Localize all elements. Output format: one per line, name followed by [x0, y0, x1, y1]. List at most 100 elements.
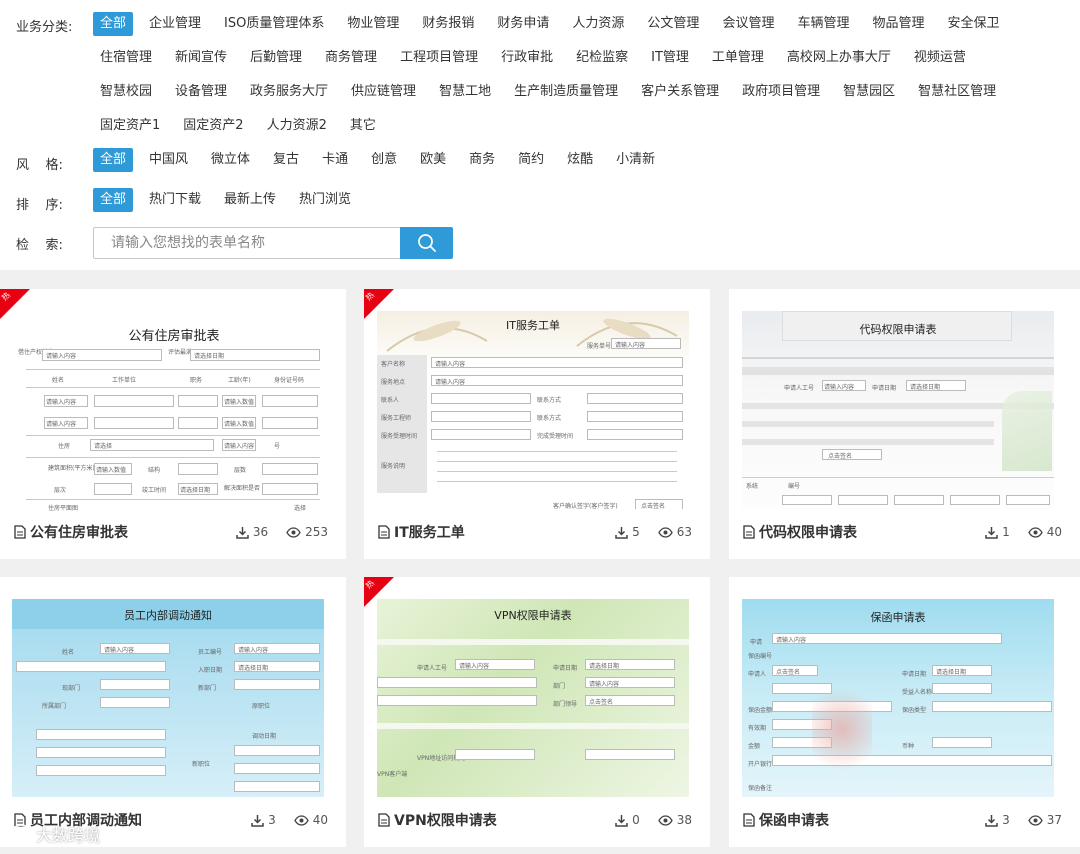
thumb-label: 调动日期: [252, 733, 277, 740]
category-option[interactable]: 智慧园区: [836, 80, 902, 104]
category-option[interactable]: 高校网上办事大厅: [780, 46, 898, 70]
category-option[interactable]: 住宿管理: [93, 46, 159, 70]
category-option[interactable]: 企业管理: [142, 12, 208, 36]
search-input[interactable]: [93, 227, 401, 259]
category-option[interactable]: 生产制造质量管理: [507, 80, 625, 104]
category-option[interactable]: ISO质量管理体系: [217, 12, 331, 36]
category-option[interactable]: 新闻宣传: [168, 46, 234, 70]
document-icon: [743, 813, 755, 827]
template-card[interactable]: IT服务工单 服务单号 请输入内容 客户名称 请输入内容 服务地点 请输入内容 …: [364, 289, 710, 559]
category-label: 业务分类:: [16, 20, 73, 35]
thumb-label: 部门: [553, 683, 566, 690]
template-thumbnail[interactable]: 代码权限申请表 申请人工号 请输入内容 申请日期 请选择日期 点击签名 系统 编…: [742, 311, 1054, 509]
thumb-label: 点击签名: [828, 453, 853, 460]
thumb-label: 金额: [748, 743, 761, 750]
category-option[interactable]: 政府项目管理: [735, 80, 827, 104]
category-option[interactable]: 视频运营: [907, 46, 973, 70]
thumb-label: 客户名称: [381, 361, 406, 368]
card-title[interactable]: 代码权限申请表: [759, 522, 857, 542]
style-option[interactable]: 复古: [266, 148, 306, 172]
view-count-value: 40: [312, 813, 328, 827]
template-thumbnail[interactable]: 公有住房审批表 借住产权单位 请输入内容 评估最满日 请选择日期 姓名 工作单位…: [18, 313, 330, 511]
template-card[interactable]: VPN权限申请表 申请人工号 请输入内容 申请日期 请选择日期 部门 请输入内容…: [364, 577, 710, 847]
category-option[interactable]: 商务管理: [318, 46, 384, 70]
category-option[interactable]: 智慧社区管理: [911, 80, 1003, 104]
template-thumbnail[interactable]: 员工内部调动通知 姓名 请输入内容 员工编号 请输入内容 入职日期 请选择日期 …: [12, 599, 324, 797]
category-option[interactable]: 客户关系管理: [634, 80, 726, 104]
sort-option[interactable]: 最新上传: [217, 188, 283, 212]
style-option[interactable]: 全部: [93, 148, 134, 172]
style-option[interactable]: 商务: [462, 148, 502, 172]
template-card[interactable]: 公有住房审批表 借住产权单位 请输入内容 评估最满日 请选择日期 姓名 工作单位…: [0, 289, 346, 559]
category-option[interactable]: 纪检监察: [569, 46, 635, 70]
category-option[interactable]: 会议管理: [715, 12, 781, 36]
category-option[interactable]: 行政审批: [494, 46, 560, 70]
category-option[interactable]: 车辆管理: [790, 12, 856, 36]
thumb-label: 申请日期: [872, 385, 897, 392]
search-label: 检 索:: [16, 238, 63, 253]
download-count: 5: [615, 525, 640, 539]
watermark-logo-icon: [11, 824, 31, 844]
thumb-label: 请选择日期: [180, 487, 211, 494]
category-option[interactable]: 固定资产2: [176, 114, 250, 138]
search-button[interactable]: [400, 227, 453, 259]
card-title[interactable]: VPN权限申请表: [394, 810, 497, 830]
category-row-2: 住宿管理 新闻宣传 后勤管理 商务管理 工程项目管理 行政审批 纪检监察 IT管…: [93, 46, 982, 70]
thumb-label: 联系方式: [537, 415, 562, 422]
category-option[interactable]: 工程项目管理: [393, 46, 485, 70]
sort-option[interactable]: 全部: [93, 188, 134, 212]
eye-icon: [1027, 526, 1043, 538]
category-option[interactable]: 人力资源2: [260, 114, 334, 138]
card-title[interactable]: IT服务工单: [394, 522, 465, 542]
category-option[interactable]: 后勤管理: [243, 46, 309, 70]
template-thumbnail[interactable]: 保函申请表 申请 请输入内容 保函编号 申请人 点击签名 申请日期 请选择日期 …: [742, 599, 1054, 797]
template-card[interactable]: 员工内部调动通知 姓名 请输入内容 员工编号 请输入内容 入职日期 请选择日期 …: [0, 577, 346, 847]
category-option[interactable]: 财务报销: [415, 12, 481, 36]
template-thumbnail[interactable]: VPN权限申请表 申请人工号 请输入内容 申请日期 请选择日期 部门 请输入内容…: [377, 599, 689, 797]
category-option[interactable]: 人力资源: [565, 12, 631, 36]
thumb-label: 请选择日期: [194, 353, 225, 360]
category-option[interactable]: 安全保卫: [940, 12, 1006, 36]
thumb-label: 新部门: [198, 685, 217, 692]
category-option[interactable]: 固定资产1: [93, 114, 167, 138]
thumb-label: 新职位: [192, 761, 211, 768]
style-option[interactable]: 炫酷: [560, 148, 600, 172]
category-option[interactable]: 财务申请: [490, 12, 556, 36]
thumb-label: 服务说明: [381, 463, 406, 470]
sort-option[interactable]: 热门下载: [142, 188, 208, 212]
category-option[interactable]: 公文管理: [640, 12, 706, 36]
style-option[interactable]: 创意: [364, 148, 404, 172]
card-title[interactable]: 保函申请表: [759, 810, 829, 830]
document-icon: [14, 525, 26, 539]
category-option[interactable]: 全部: [93, 12, 134, 36]
download-icon: [615, 814, 628, 827]
thumb-label: VPN客户端: [377, 771, 408, 778]
category-option[interactable]: 其它: [343, 114, 383, 138]
template-card[interactable]: 代码权限申请表 申请人工号 请输入内容 申请日期 请选择日期 点击签名 系统 编…: [729, 289, 1080, 559]
thumb-label: 请选择: [94, 443, 113, 450]
category-option[interactable]: 设备管理: [168, 80, 234, 104]
template-thumbnail[interactable]: IT服务工单 服务单号 请输入内容 客户名称 请输入内容 服务地点 请输入内容 …: [377, 311, 689, 509]
style-option[interactable]: 小清新: [609, 148, 662, 172]
download-count-value: 5: [632, 525, 640, 539]
style-option[interactable]: 欧美: [413, 148, 453, 172]
style-option[interactable]: 中国风: [142, 148, 195, 172]
style-option[interactable]: 简约: [511, 148, 551, 172]
sort-option[interactable]: 热门浏览: [292, 188, 358, 212]
category-option[interactable]: IT管理: [644, 46, 696, 70]
category-option[interactable]: 物业管理: [340, 12, 406, 36]
view-count-value: 40: [1046, 525, 1062, 539]
thumb-label: 服务单号: [587, 343, 612, 350]
style-option[interactable]: 微立体: [204, 148, 257, 172]
category-option[interactable]: 工单管理: [705, 46, 771, 70]
category-option[interactable]: 智慧校园: [93, 80, 159, 104]
category-option[interactable]: 供应链管理: [344, 80, 423, 104]
category-option[interactable]: 物品管理: [865, 12, 931, 36]
download-count-value: 3: [1002, 813, 1010, 827]
category-option[interactable]: 政务服务大厅: [243, 80, 335, 104]
template-card[interactable]: 保函申请表 申请 请输入内容 保函编号 申请人 点击签名 申请日期 请选择日期 …: [729, 577, 1080, 847]
card-stats: 3 40: [233, 813, 328, 827]
card-title[interactable]: 公有住房审批表: [30, 522, 128, 542]
category-option[interactable]: 智慧工地: [432, 80, 498, 104]
style-option[interactable]: 卡通: [315, 148, 355, 172]
